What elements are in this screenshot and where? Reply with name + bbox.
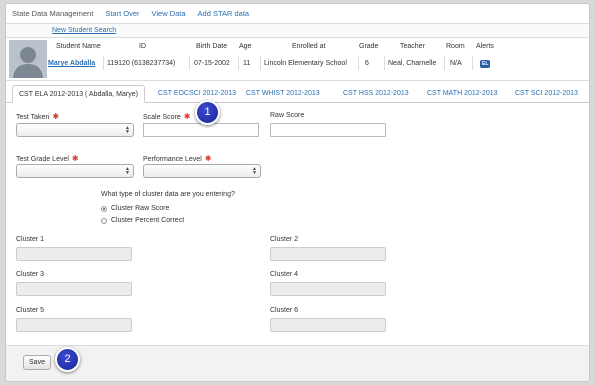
- student-name-link[interactable]: Marye Abdalla: [48, 60, 95, 67]
- tab-cst-sci[interactable]: CST SCI 2012-2013: [509, 85, 584, 103]
- performance-level-label: Performance Level ✱: [143, 154, 212, 163]
- alert-badge-wrapper: EL: [480, 60, 491, 68]
- test-tabs: CST ELA 2012-2013 ( Abdalla, Marye) CST …: [6, 83, 589, 103]
- cluster-4-label: Cluster 4: [270, 271, 299, 278]
- cluster-raw-score-radio[interactable]: Cluster Raw Score: [101, 205, 169, 212]
- add-star-data-link[interactable]: Add STAR data: [198, 9, 250, 18]
- cluster-4-field: [270, 282, 386, 296]
- student-age: 11: [243, 60, 251, 67]
- tab-cst-hss[interactable]: CST HSS 2012-2013: [337, 85, 415, 103]
- header-room: Room: [446, 43, 465, 50]
- top-nav: State Data Management Start Over View Da…: [6, 4, 589, 24]
- tab-cst-whist[interactable]: CST WHIST 2012-2013: [240, 85, 326, 103]
- test-taken-select[interactable]: ▲ ▼: [16, 123, 134, 137]
- header-enrolled-at: Enrolled at: [292, 43, 326, 50]
- student-enrolled-at: Lincoln Elementary School: [264, 60, 347, 67]
- student-info-headers: Student Name ID Birth Date Age Enrolled …: [6, 43, 589, 55]
- cluster-6-field: [270, 318, 386, 332]
- header-alerts: Alerts: [476, 43, 494, 50]
- student-info-values: Marye Abdalla 119120 (6138237734) 07-15-…: [6, 59, 589, 71]
- student-grade: 6: [365, 60, 369, 67]
- cluster-1-label: Cluster 1: [16, 236, 45, 243]
- cluster-3-field: [16, 282, 132, 296]
- header-age: Age: [239, 43, 252, 50]
- raw-score-input[interactable]: [270, 123, 386, 137]
- divider: [103, 56, 104, 70]
- cluster-2-field: [270, 247, 386, 261]
- tab-cst-eocsci[interactable]: CST EOCSCI 2012-2013: [152, 85, 242, 103]
- cluster-5-field: [16, 318, 132, 332]
- select-arrows-icon: ▲ ▼: [252, 166, 257, 176]
- scale-score-input[interactable]: [143, 123, 259, 137]
- divider: [260, 56, 261, 70]
- save-button[interactable]: Save: [23, 355, 51, 370]
- sub-nav: New Student Search: [6, 24, 589, 38]
- el-alert-badge[interactable]: EL: [480, 60, 491, 68]
- cluster-percent-correct-radio[interactable]: Cluster Percent Correct: [101, 217, 184, 224]
- divider: [238, 56, 239, 70]
- select-arrows-icon: ▲ ▼: [125, 125, 130, 135]
- cluster-1-field: [16, 247, 132, 261]
- new-student-search-link[interactable]: New Student Search: [52, 27, 116, 34]
- cluster-percent-correct-label: Cluster Percent Correct: [111, 217, 185, 224]
- divider: [189, 56, 190, 70]
- divider: [444, 56, 445, 70]
- radio-unselected-icon: [101, 217, 107, 224]
- tab-cst-ela[interactable]: CST ELA 2012-2013 ( Abdalla, Marye): [12, 85, 145, 103]
- select-arrows-icon: ▲ ▼: [125, 166, 130, 176]
- divider: [472, 56, 473, 70]
- tab-cst-math[interactable]: CST MATH 2012-2013: [421, 85, 504, 103]
- app-window: State Data Management Start Over View Da…: [5, 3, 590, 382]
- divider: [358, 56, 359, 70]
- student-id: 119120 (6138237734): [107, 60, 176, 67]
- student-teacher: Neal, Charnelle: [388, 60, 437, 67]
- student-birth-date: 07-15-2002: [194, 60, 230, 67]
- cluster-question: What type of cluster data are you enteri…: [101, 191, 235, 198]
- header-teacher: Teacher: [400, 43, 425, 50]
- performance-level-select[interactable]: ▲ ▼: [143, 164, 261, 178]
- radio-selected-icon: [101, 205, 107, 212]
- cluster-3-label: Cluster 3: [16, 271, 45, 278]
- required-icon: ✱: [204, 154, 212, 163]
- start-over-link[interactable]: Start Over: [105, 9, 139, 18]
- required-icon: ✱: [183, 112, 191, 121]
- header-id: ID: [139, 43, 146, 50]
- raw-score-label: Raw Score: [270, 112, 305, 119]
- header-birth-date: Birth Date: [196, 43, 228, 50]
- cluster-raw-score-label: Cluster Raw Score: [111, 205, 170, 212]
- divider: [384, 56, 385, 70]
- callout-marker-1: 1: [195, 100, 220, 125]
- cluster-2-label: Cluster 2: [270, 236, 299, 243]
- scale-score-label: Scale Score ✱: [143, 112, 191, 121]
- student-info-bar: Student Name ID Birth Date Age Enrolled …: [6, 38, 589, 81]
- cluster-6-label: Cluster 6: [270, 307, 299, 314]
- required-icon: ✱: [71, 154, 79, 163]
- header-student-name: Student Name: [56, 43, 101, 50]
- test-grade-level-select[interactable]: ▲ ▼: [16, 164, 134, 178]
- header-grade: Grade: [359, 43, 379, 50]
- callout-marker-2: 2: [55, 347, 80, 372]
- cluster-5-label: Cluster 5: [16, 307, 45, 314]
- test-taken-label: Test Taken ✱: [16, 112, 60, 121]
- student-room: N/A: [450, 60, 462, 67]
- test-grade-level-label: Test Grade Level ✱: [16, 154, 79, 163]
- required-icon: ✱: [52, 112, 60, 121]
- app-brand: State Data Management: [12, 9, 94, 18]
- view-data-link[interactable]: View Data: [152, 9, 186, 18]
- form-footer: Save: [6, 345, 589, 381]
